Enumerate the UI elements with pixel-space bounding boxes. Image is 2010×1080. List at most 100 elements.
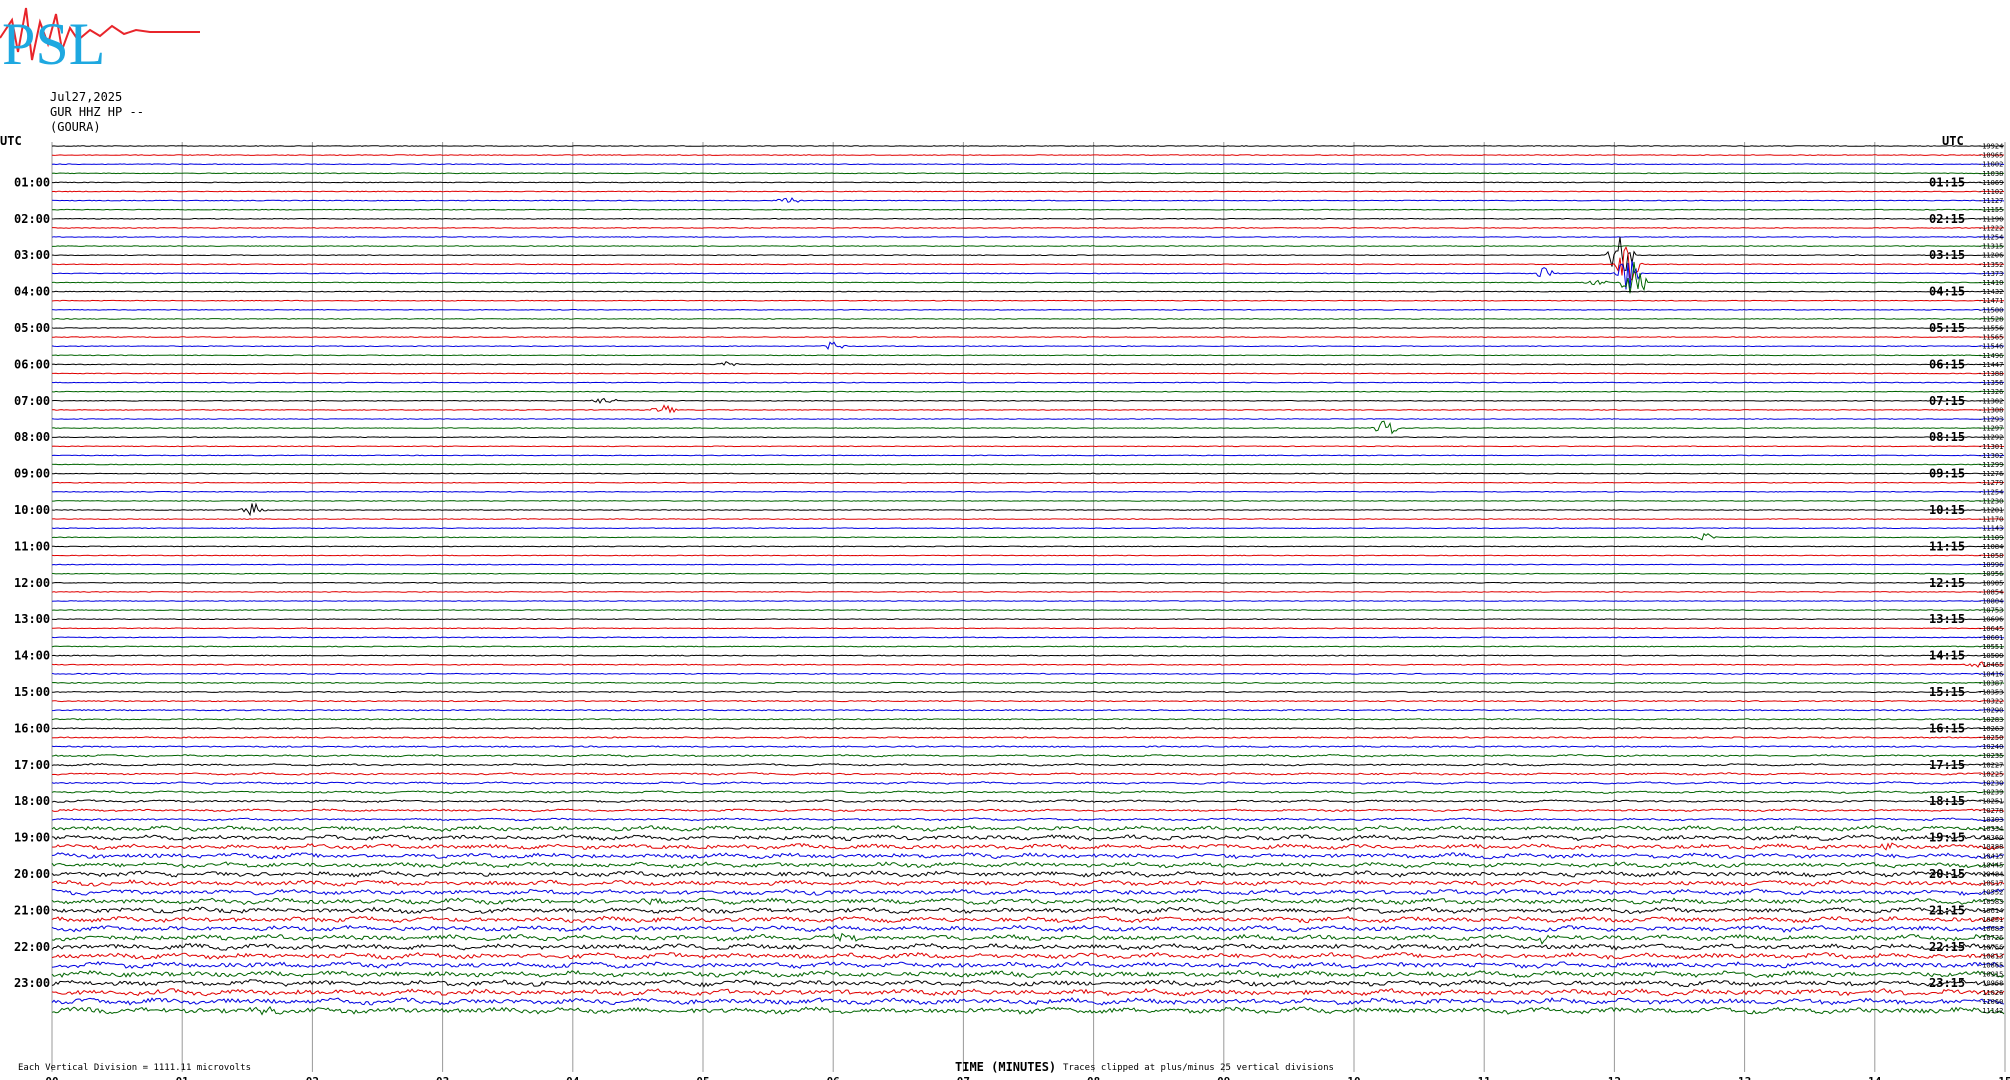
- trace-line: [51, 745, 2005, 748]
- right-time-label: 04:15: [1929, 285, 1965, 299]
- trace-offset-label: -10583: [1978, 898, 2003, 906]
- left-time-label: 23:00: [14, 976, 50, 990]
- trace-offset-label: -11142: [1978, 1007, 2003, 1015]
- trace-line: [51, 445, 2004, 448]
- right-time-label: 08:15: [1929, 430, 1965, 444]
- left-time-label: 20:00: [14, 867, 50, 881]
- right-time-label: 10:15: [1929, 503, 1965, 517]
- trace-offset-label: -10416: [1978, 670, 2003, 678]
- record-date: Jul27,2025: [50, 90, 123, 104]
- trace-offset-label: -10645: [1978, 625, 2003, 633]
- trace-offset-label: -11058: [1978, 552, 2003, 560]
- trace-offset-label: -10283: [1978, 716, 2003, 724]
- trace-line: [51, 997, 2005, 1006]
- right-time-label: 17:15: [1929, 758, 1965, 772]
- left-time-label: 19:00: [14, 831, 50, 845]
- trace-layer: [51, 145, 2005, 1016]
- trace-offset-label: -11388: [1978, 370, 2003, 378]
- trace-line: [51, 390, 2005, 393]
- trace-offset-label: -11496: [1978, 352, 2003, 360]
- trace-offset-label: -11302: [1978, 452, 2003, 460]
- trace-line: [51, 327, 2005, 329]
- trace-offset-label: -10251: [1978, 798, 2003, 806]
- trace-line: [51, 861, 2005, 869]
- trace-offset-label: -10865: [1978, 962, 2003, 970]
- trace-offset-label: -11206: [1978, 252, 2003, 260]
- trace-offset-label: -10230: [1978, 780, 2003, 788]
- trace-line: [52, 372, 2005, 375]
- trace-line: [51, 709, 2005, 712]
- trace-offset-label: -11276: [1978, 470, 2003, 478]
- trace-line: [51, 661, 2005, 668]
- trace-line: [52, 245, 2005, 282]
- trace-offset-label: -11302: [1978, 397, 2003, 405]
- trace-offset-label: -11471: [1978, 297, 2003, 305]
- trace-line: [51, 817, 2005, 822]
- trace-line: [51, 420, 2005, 435]
- trace-offset-label: -10651: [1978, 916, 2003, 924]
- x-tick-label: 06: [827, 1075, 841, 1080]
- trace-offset-label: -11315: [1978, 243, 2003, 251]
- trace-line: [52, 436, 2004, 439]
- trace-line: [51, 753, 2005, 758]
- psl-logo: PSL: [0, 7, 200, 72]
- left-time-label: 12:00: [14, 576, 50, 590]
- trace-offset-label: -11279: [1978, 479, 2003, 487]
- trace-line: [51, 581, 2005, 584]
- trace-line: [51, 906, 2005, 915]
- trace-line: [51, 463, 2005, 466]
- trace-line: [51, 532, 2004, 541]
- x-tick-label: 05: [696, 1075, 709, 1080]
- left-time-label: 03:00: [14, 248, 50, 262]
- left-time-label: 02:00: [14, 212, 50, 226]
- trace-offset-label: -10360: [1978, 834, 2003, 842]
- trace-offset-label: -10552: [1978, 889, 2003, 897]
- trace-offset-label: -10813: [1978, 952, 2003, 960]
- trace-line: [51, 308, 2005, 311]
- x-tick-label: 00: [45, 1075, 58, 1080]
- trace-offset-label: -10239: [1978, 789, 2003, 797]
- trace-line: [51, 609, 2005, 611]
- trace-line: [51, 518, 2004, 520]
- helicorder-plot: 00010203040506070809101112131415-19924-1…: [14, 142, 2010, 1080]
- trace-offset-label: -10996: [1978, 561, 2003, 569]
- trace-offset-label: -11299: [1978, 461, 2003, 469]
- trace-offset-label: -10965: [1978, 152, 2003, 160]
- trace-line: [51, 718, 2005, 721]
- trace-line: [51, 237, 2004, 271]
- right-time-label: 14:15: [1929, 649, 1965, 663]
- left-time-label: 11:00: [14, 539, 50, 553]
- right-time-label: 23:15: [1929, 976, 1965, 990]
- trace-line: [51, 681, 2005, 684]
- trace-offset-label: -11170: [1978, 516, 2003, 524]
- trace-line: [51, 397, 2005, 405]
- trace-offset-label: -11002: [1978, 161, 2003, 169]
- trace-line: [51, 261, 2005, 294]
- trace-line: [51, 727, 2005, 730]
- trace-line: [51, 979, 2005, 988]
- trace-line: [51, 924, 2005, 933]
- trace-offset-label: -10484: [1978, 871, 2003, 879]
- trace-line: [51, 799, 2005, 804]
- trace-offset-label: -10388: [1978, 843, 2003, 851]
- trace-offset-label: -10956: [1978, 570, 2003, 578]
- trace-offset-label: -10905: [1978, 579, 2003, 587]
- right-time-label: 11:15: [1929, 539, 1965, 553]
- left-time-label: 13:00: [14, 612, 50, 626]
- trace-line: [51, 961, 2005, 969]
- right-time-label: 16:15: [1929, 721, 1965, 735]
- trace-offset-label: -10726: [1978, 934, 2003, 942]
- trace-line: [51, 154, 2005, 156]
- trace-line: [52, 627, 2005, 630]
- trace-offset-label: -10756: [1978, 943, 2003, 951]
- trace-line: [51, 381, 2005, 384]
- trace-offset-label: -11565: [1978, 334, 2003, 342]
- trace-line: [51, 190, 2005, 193]
- trace-offset-label: -11546: [1978, 343, 2003, 351]
- x-tick-label: 15: [1998, 1075, 2010, 1080]
- left-time-label: 10:00: [14, 503, 50, 517]
- trace-line: [51, 897, 2004, 906]
- x-tick-label: 14: [1868, 1075, 1882, 1080]
- trace-offset-label: -10517: [1978, 880, 2003, 888]
- trace-offset-label: -11447: [1978, 361, 2003, 369]
